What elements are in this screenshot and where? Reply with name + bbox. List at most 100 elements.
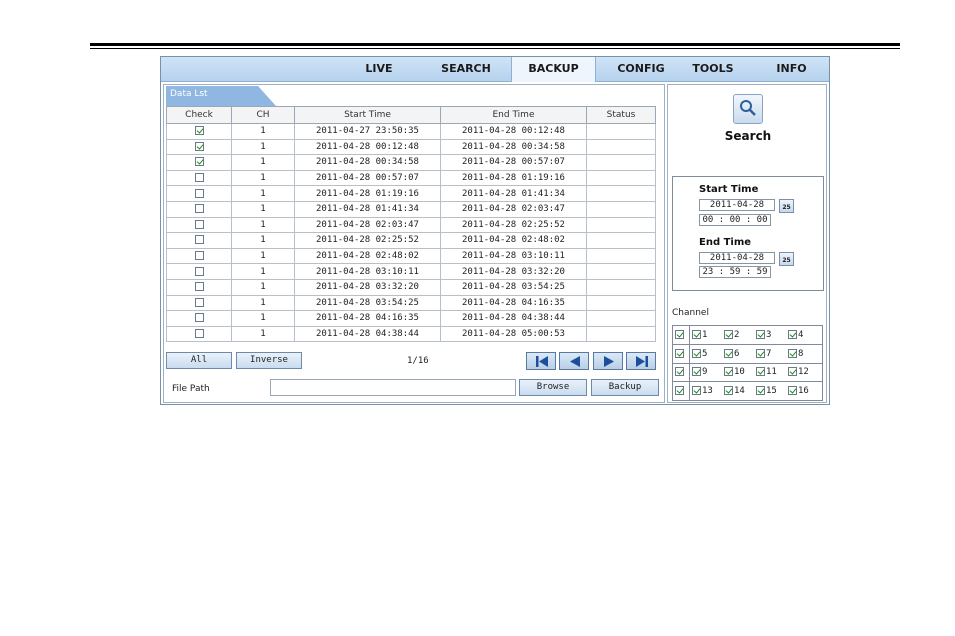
channel-checkbox[interactable]: [756, 367, 765, 377]
col-status: Status: [586, 106, 656, 124]
row-check-cell: [166, 123, 232, 140]
table-row[interactable]: 1 2011-04-28 03:32:20 2011-04-28 03:54:25: [166, 278, 656, 296]
tab-backup[interactable]: BACKUP: [511, 57, 596, 82]
row-checkbox[interactable]: [194, 141, 204, 151]
channel-checkbox[interactable]: [692, 348, 701, 358]
tab-live[interactable]: LIVE: [351, 57, 407, 81]
table-row[interactable]: 1 2011-04-28 03:54:25 2011-04-28 04:16:35: [166, 294, 656, 312]
channel-item[interactable]: 6: [724, 348, 756, 359]
start-time-field[interactable]: 00 : 00 : 00: [699, 214, 771, 226]
first-page-button[interactable]: [526, 352, 556, 370]
channel-item[interactable]: 5: [692, 348, 724, 359]
channel-checkbox[interactable]: [788, 367, 797, 377]
next-page-button[interactable]: [593, 352, 623, 370]
tab-info[interactable]: INFO: [764, 57, 819, 81]
backup-button[interactable]: Backup: [591, 379, 659, 396]
channel-item[interactable]: 3: [756, 329, 788, 340]
end-time-field[interactable]: 23 : 59 : 59: [699, 266, 771, 278]
channel-item[interactable]: 7: [756, 348, 788, 359]
start-date-calendar-icon[interactable]: 25: [779, 199, 794, 213]
row-checkbox[interactable]: [194, 157, 204, 167]
data-list-tab[interactable]: Data Lst: [166, 86, 276, 106]
channel-checkbox[interactable]: [788, 329, 797, 339]
table-row[interactable]: 1 2011-04-28 04:16:35 2011-04-28 04:38:44: [166, 310, 656, 327]
row-checkbox[interactable]: [194, 266, 204, 276]
channel-number: 5: [702, 348, 708, 359]
table-row[interactable]: 1 2011-04-28 04:38:44 2011-04-28 05:00:53: [166, 325, 656, 343]
row-start-time: 2011-04-27 23:50:35: [294, 123, 441, 140]
start-date-field[interactable]: 2011-04-28: [699, 199, 775, 211]
table-row[interactable]: 1 2011-04-28 02:48:02 2011-04-28 03:10:11: [166, 247, 656, 265]
row-checkbox[interactable]: [194, 235, 204, 245]
table-row[interactable]: 1 2011-04-28 00:57:07 2011-04-28 01:19:16: [166, 169, 656, 187]
row-checkbox[interactable]: [194, 313, 204, 323]
channel-checkbox[interactable]: [788, 348, 797, 358]
channel-item[interactable]: 1: [692, 329, 724, 340]
channel-checkbox[interactable]: [692, 329, 701, 339]
browse-button[interactable]: Browse: [519, 379, 587, 396]
table-row[interactable]: 1 2011-04-28 01:19:16 2011-04-28 01:41:34: [166, 185, 656, 202]
channel-checkbox[interactable]: [692, 386, 701, 396]
channel-row-toggle-checkbox[interactable]: [675, 329, 684, 339]
tab-search[interactable]: SEARCH: [431, 57, 501, 81]
row-checkbox[interactable]: [194, 219, 204, 229]
table-row[interactable]: 1 2011-04-28 01:41:34 2011-04-28 02:03:47: [166, 200, 656, 218]
channel-number: 2: [734, 329, 740, 340]
channel-row-toggle-checkbox[interactable]: [675, 386, 684, 396]
row-checkbox[interactable]: [194, 251, 204, 261]
channel-row-toggle-checkbox[interactable]: [675, 367, 684, 377]
table-row[interactable]: 1 2011-04-28 00:12:48 2011-04-28 00:34:58: [166, 138, 656, 156]
channel-item[interactable]: 10: [724, 367, 756, 377]
file-path-input[interactable]: [270, 379, 516, 396]
row-checkbox[interactable]: [194, 297, 204, 307]
inverse-selection-button[interactable]: Inverse: [236, 352, 302, 369]
channel-item[interactable]: 4: [788, 329, 820, 340]
start-time-label: Start Time: [699, 184, 759, 195]
channel-checkbox[interactable]: [692, 367, 701, 377]
channel-checkbox[interactable]: [724, 367, 733, 377]
channel-checkbox[interactable]: [756, 386, 765, 396]
channel-item[interactable]: 11: [756, 367, 788, 377]
channel-label: Channel: [672, 308, 709, 318]
tab-config[interactable]: CONFIG: [609, 57, 673, 81]
channel-item[interactable]: 12: [788, 367, 820, 377]
row-checkbox[interactable]: [194, 126, 204, 136]
tab-tools[interactable]: TOOLS: [683, 57, 743, 81]
row-checkbox[interactable]: [194, 282, 204, 292]
channel-item[interactable]: 15: [756, 386, 788, 396]
channel-checkbox[interactable]: [756, 329, 765, 339]
channel-number: 13: [702, 386, 713, 397]
channel-checkbox[interactable]: [724, 348, 733, 358]
channel-item[interactable]: 2: [724, 329, 756, 340]
channel-item[interactable]: 16: [788, 386, 820, 396]
channel-checkbox[interactable]: [724, 329, 733, 339]
select-all-button[interactable]: All: [166, 352, 232, 369]
row-checkbox[interactable]: [194, 173, 204, 183]
channel-number: 16: [798, 386, 809, 397]
row-end-time: 2011-04-28 05:00:53: [440, 325, 587, 343]
channel-checkbox[interactable]: [756, 348, 765, 358]
channel-item[interactable]: 8: [788, 348, 820, 359]
last-page-button[interactable]: [626, 352, 656, 370]
search-button[interactable]: Search: [708, 91, 788, 147]
row-checkbox[interactable]: [194, 188, 204, 198]
channel-checkbox[interactable]: [788, 386, 797, 396]
channel-item[interactable]: 13: [692, 386, 724, 396]
channel-checkbox[interactable]: [724, 386, 733, 396]
channel-number: 4: [798, 329, 804, 340]
row-checkbox[interactable]: [194, 329, 204, 339]
table-row[interactable]: 1 2011-04-27 23:50:35 2011-04-28 00:12:48: [166, 123, 656, 140]
channel-row-toggle-checkbox[interactable]: [675, 348, 684, 358]
table-row[interactable]: 1 2011-04-28 02:03:47 2011-04-28 02:25:52: [166, 216, 656, 234]
row-ch: 1: [231, 310, 295, 327]
channel-item[interactable]: 14: [724, 386, 756, 396]
table-row[interactable]: 1 2011-04-28 00:34:58 2011-04-28 00:57:07: [166, 154, 656, 171]
table-row[interactable]: 1 2011-04-28 03:10:11 2011-04-28 03:32:20: [166, 263, 656, 280]
col-ch: CH: [231, 106, 295, 124]
prev-page-button[interactable]: [559, 352, 589, 370]
row-checkbox[interactable]: [194, 204, 204, 214]
end-date-field[interactable]: 2011-04-28: [699, 252, 775, 264]
channel-item[interactable]: 9: [692, 367, 724, 377]
end-date-calendar-icon[interactable]: 25: [779, 252, 794, 266]
table-row[interactable]: 1 2011-04-28 02:25:52 2011-04-28 02:48:02: [166, 232, 656, 249]
